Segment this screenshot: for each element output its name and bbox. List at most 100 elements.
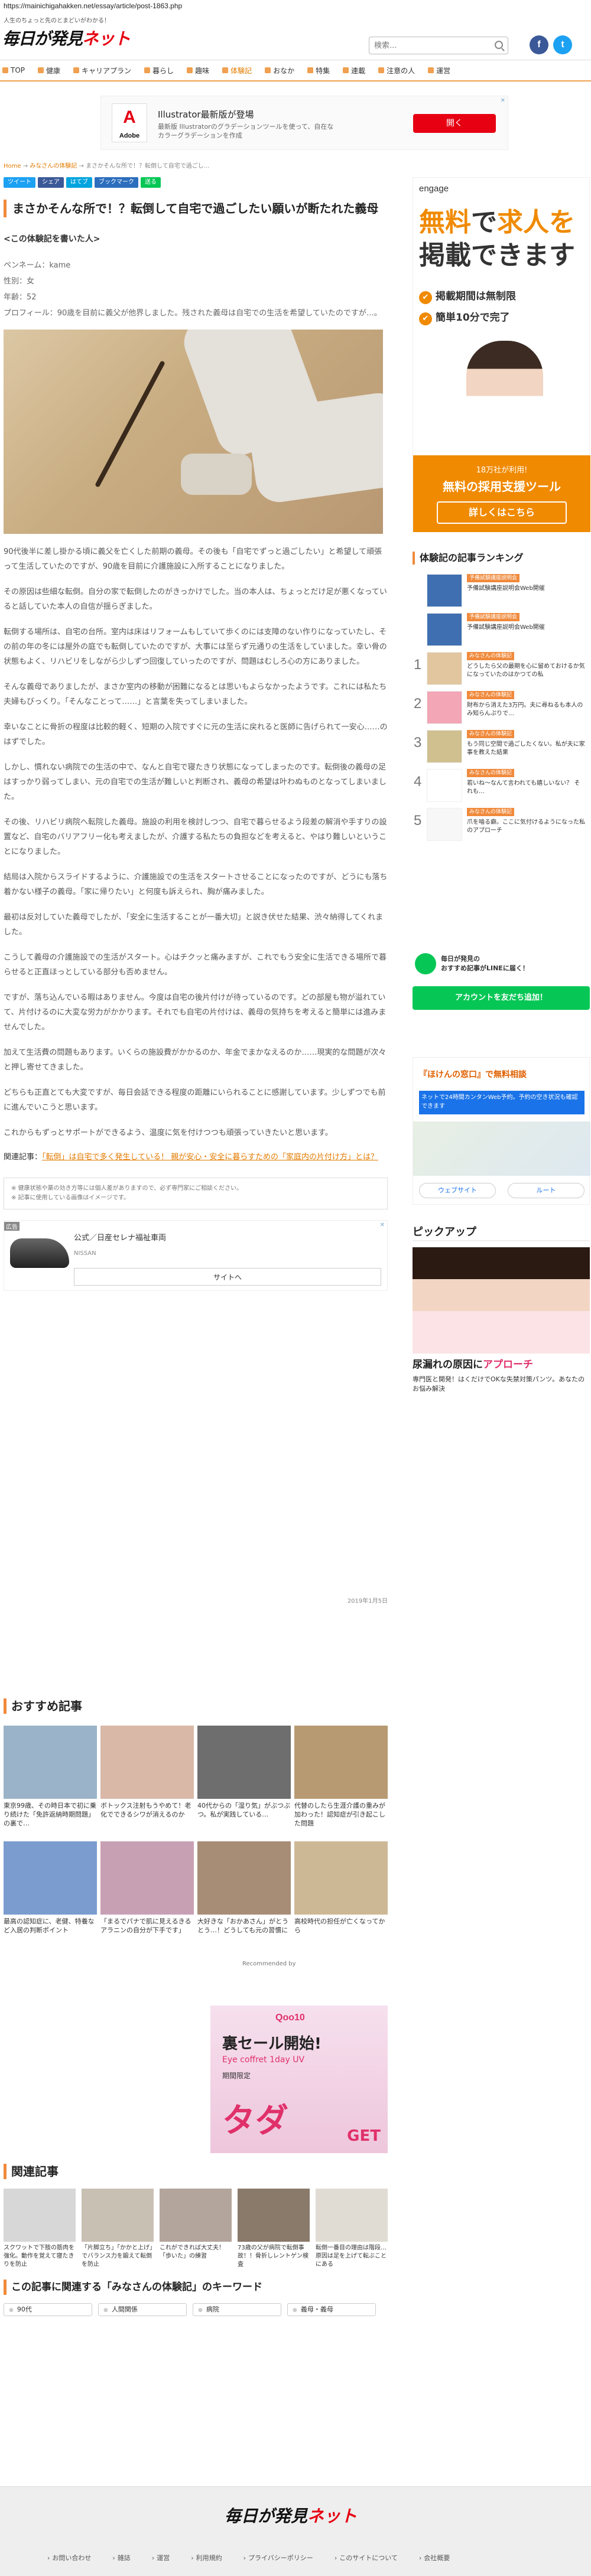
nav-item[interactable]: キャリアプラン — [73, 66, 131, 76]
ranking-thumb[interactable] — [427, 652, 462, 685]
kanren-thumb[interactable] — [160, 2189, 232, 2242]
facebook-icon[interactable]: f — [530, 35, 548, 54]
recommend-text[interactable]: 代替のしたら生涯介護の重みが加わった！認知症が引き起こした問題 — [294, 1801, 388, 1828]
ranking-thumb[interactable] — [427, 574, 462, 607]
ranking-thumb[interactable] — [427, 769, 462, 802]
nav-item[interactable]: 特集 — [307, 66, 330, 76]
recommend-text[interactable]: 最高の認知症に、老健、特養など入居の判断ポイント — [4, 1917, 97, 1935]
footer-link[interactable]: 会社概要 — [419, 2553, 450, 2562]
top-ad-banner[interactable]: A Adobe Illustrator最新版が登場 最新版 Illustrator… — [100, 96, 508, 150]
kanren-thumb[interactable] — [4, 2189, 76, 2242]
site-logo[interactable]: 毎日が発見ネット — [2, 26, 131, 50]
pickup-image[interactable] — [413, 1247, 590, 1354]
footer-link[interactable]: 利用規約 — [191, 2553, 222, 2562]
search-icon[interactable] — [495, 41, 503, 49]
kanren-text[interactable]: スクワットで下肢の筋肉を強化。動作を覚えて寝たきりを防止 — [4, 2244, 76, 2269]
qoo10-ad[interactable]: Qoo10 裏セール開始! Eye coffret 1day UV 期間限定 タ… — [210, 2006, 388, 2153]
search-box[interactable] — [369, 37, 508, 54]
engage-ad[interactable]: engage 無料で求人を掲載できます 掲載期間は無制限 簡単10分で完了 18… — [413, 177, 590, 532]
recommend-text[interactable]: 高校時代の担任が亡くなってから — [294, 1917, 388, 1935]
nav-item[interactable]: 健康 — [38, 66, 60, 76]
kanren-text[interactable]: これができれば大丈夫！「歩いた」の練習 — [160, 2244, 232, 2261]
recommend-item[interactable]: 最高の認知症に、老健、特養など入居の判断ポイント — [4, 1841, 97, 1935]
share-button[interactable]: ツイート — [4, 177, 35, 188]
footer-link[interactable]: 運営 — [152, 2553, 170, 2562]
recommend-item[interactable]: 「まるでパナで肌に見えるきるアラニンの自分が下手です」 — [100, 1841, 194, 1935]
keyword-tag[interactable]: 病院 — [193, 2303, 281, 2316]
hoken-ad[interactable]: 『ほけんの窓口』で無料相談 ネットで24時間カンタンWeb予約。予約の空き状況も… — [413, 1057, 590, 1205]
keyword-tag[interactable]: 義母・義母 — [287, 2303, 376, 2316]
ranking-thumb[interactable] — [427, 613, 462, 646]
related-link[interactable]: 関連記事：「転倒」は自宅で多く発生している！ 親が安心・安全に暮らすための「家庭… — [4, 1150, 388, 1165]
kanren-text[interactable]: 「片脚立ち」「かかと上げ」でバランス力を鍛えて転倒を防止 — [82, 2244, 154, 2269]
footer-link[interactable]: 雑誌 — [112, 2553, 131, 2562]
nav-item[interactable]: 運営 — [428, 66, 450, 76]
breadcrumb-home[interactable]: Home — [4, 163, 21, 169]
ranking-title[interactable]: もう同じ空間で過ごしたくない。私が夫に家事を教えた結果 — [467, 741, 585, 757]
nav-item[interactable]: 趣味 — [187, 66, 209, 76]
nav-item[interactable]: 体験記 — [222, 66, 252, 76]
recommend-item[interactable]: ボトックス注射もうやめて！老化でできるシワが消えるのか — [100, 1726, 194, 1819]
keyword-tag[interactable]: 人間関係 — [98, 2303, 187, 2316]
kanren-thumb[interactable] — [238, 2189, 310, 2242]
kanren-item[interactable]: 「片脚立ち」「かかと上げ」でバランス力を鍛えて転倒を防止 — [82, 2189, 154, 2269]
kanren-item[interactable]: 転倒一番目の理由は階段…原因は足を上げて転ぶことにある — [316, 2189, 388, 2269]
ranking-title[interactable]: 財布から消えた3万円。夫に尋ねるも本人のみ知らんぷりで… — [467, 702, 585, 718]
footer-logo[interactable]: 毎日が発見ネット — [225, 2503, 357, 2527]
website-button[interactable]: ウェブサイト — [419, 1183, 496, 1198]
recommend-item[interactable]: 大好きな「おかあさん」がとうとう…！どうしても元の習慣に — [197, 1841, 291, 1935]
recommend-item[interactable]: 代替のしたら生涯介護の重みが加わった！認知症が引き起こした問題 — [294, 1726, 388, 1828]
ranking-title[interactable]: 爪を嚙る癖。ここに気付けるようになった私のアプローチ — [467, 819, 585, 835]
recommend-thumb[interactable] — [294, 1841, 388, 1915]
recommend-item[interactable]: 40代からの「湿り気」がぶつぶつ。私が実践している… — [197, 1726, 291, 1819]
pickup-title[interactable]: 尿漏れの原因にアプローチ — [413, 1356, 533, 1371]
ranking-thumb[interactable] — [427, 691, 462, 724]
keyword-tag[interactable]: 90代 — [4, 2303, 92, 2316]
recommend-thumb[interactable] — [197, 1726, 291, 1799]
nav-item[interactable]: おなか — [265, 66, 294, 76]
ad-open-button[interactable]: 開く — [413, 114, 496, 133]
recommend-item[interactable]: 高校時代の担任が亡くなってから — [294, 1841, 388, 1935]
ranking-title[interactable]: 予備試験講座説明会Web開催 — [467, 624, 585, 632]
route-button[interactable]: ルート — [508, 1183, 584, 1198]
kanren-text[interactable]: 73歳の父が病院で転倒事故！！骨折しレントゲン検査 — [238, 2244, 310, 2269]
recommend-thumb[interactable] — [100, 1726, 194, 1799]
ad-site-button[interactable]: サイトへ — [74, 1268, 381, 1286]
ranking-thumb[interactable] — [427, 808, 462, 841]
kanren-thumb[interactable] — [316, 2189, 388, 2242]
recommend-item[interactable]: 東京99歳、その時日本で初に乗り続けた「免許返納時期問題」の裏で… — [4, 1726, 97, 1828]
share-button[interactable]: 送る — [141, 177, 161, 188]
recommend-thumb[interactable] — [197, 1841, 291, 1915]
engage-details-button[interactable]: 詳しくはこちら — [437, 501, 567, 524]
share-button[interactable]: ブックマーク — [95, 177, 138, 188]
nav-item[interactable]: 連載 — [343, 66, 365, 76]
share-button[interactable]: シェア — [38, 177, 64, 188]
footer-link[interactable]: このサイトについて — [335, 2553, 398, 2562]
footer-link[interactable]: プライバシーポリシー — [243, 2553, 313, 2562]
ranking-title[interactable]: どうしたら父の最期を心に留めておけるか気になっていたのはかつての私 — [467, 663, 585, 679]
recommend-text[interactable]: ボトックス注射もうやめて！老化でできるシワが消えるのか — [100, 1801, 194, 1819]
recommend-text[interactable]: 「まるでパナで肌に見えるきるアラニンの自分が下手です」 — [100, 1917, 194, 1935]
recommend-text[interactable]: 大好きな「おかあさん」がとうとう…！どうしても元の習慣に — [197, 1917, 291, 1935]
kanren-item[interactable]: 73歳の父が病院で転倒事故！！骨折しレントゲン検査 — [238, 2189, 310, 2269]
search-input[interactable] — [369, 37, 488, 54]
recommend-thumb[interactable] — [294, 1726, 388, 1799]
kanren-thumb[interactable] — [82, 2189, 154, 2242]
ranking-thumb[interactable] — [427, 730, 462, 763]
nav-item[interactable]: 暮らし — [144, 66, 174, 76]
recommend-text[interactable]: 40代からの「湿り気」がぶつぶつ。私が実践している… — [197, 1801, 291, 1819]
share-button[interactable]: はてブ — [66, 177, 92, 188]
inline-ad[interactable]: 広告 公式／日産セレナ福祉車両 NISSAN サイトへ ✕ — [4, 1220, 388, 1291]
footer-link[interactable]: お問い合わせ — [47, 2553, 91, 2562]
kanren-item[interactable]: スクワットで下肢の筋肉を強化。動作を覚えて寝たきりを防止 — [4, 2189, 76, 2269]
kanren-item[interactable]: これができれば大丈夫！「歩いた」の練習 — [160, 2189, 232, 2261]
address-bar[interactable]: https://mainichigahakken.net/essay/artic… — [0, 0, 591, 13]
ad-close-icon[interactable]: ✕ — [380, 1222, 385, 1228]
recommend-text[interactable]: 東京99歳、その時日本で初に乗り続けた「免許返納時期問題」の裏で… — [4, 1801, 97, 1828]
recommend-thumb[interactable] — [4, 1841, 97, 1915]
nav-item[interactable]: TOP — [2, 66, 25, 74]
twitter-icon[interactable]: t — [553, 35, 572, 54]
recommend-thumb[interactable] — [4, 1726, 97, 1799]
ad-close-icon[interactable]: ✕ — [501, 97, 505, 104]
line-add-button[interactable]: アカウントを友だち追加！ — [413, 986, 590, 1010]
